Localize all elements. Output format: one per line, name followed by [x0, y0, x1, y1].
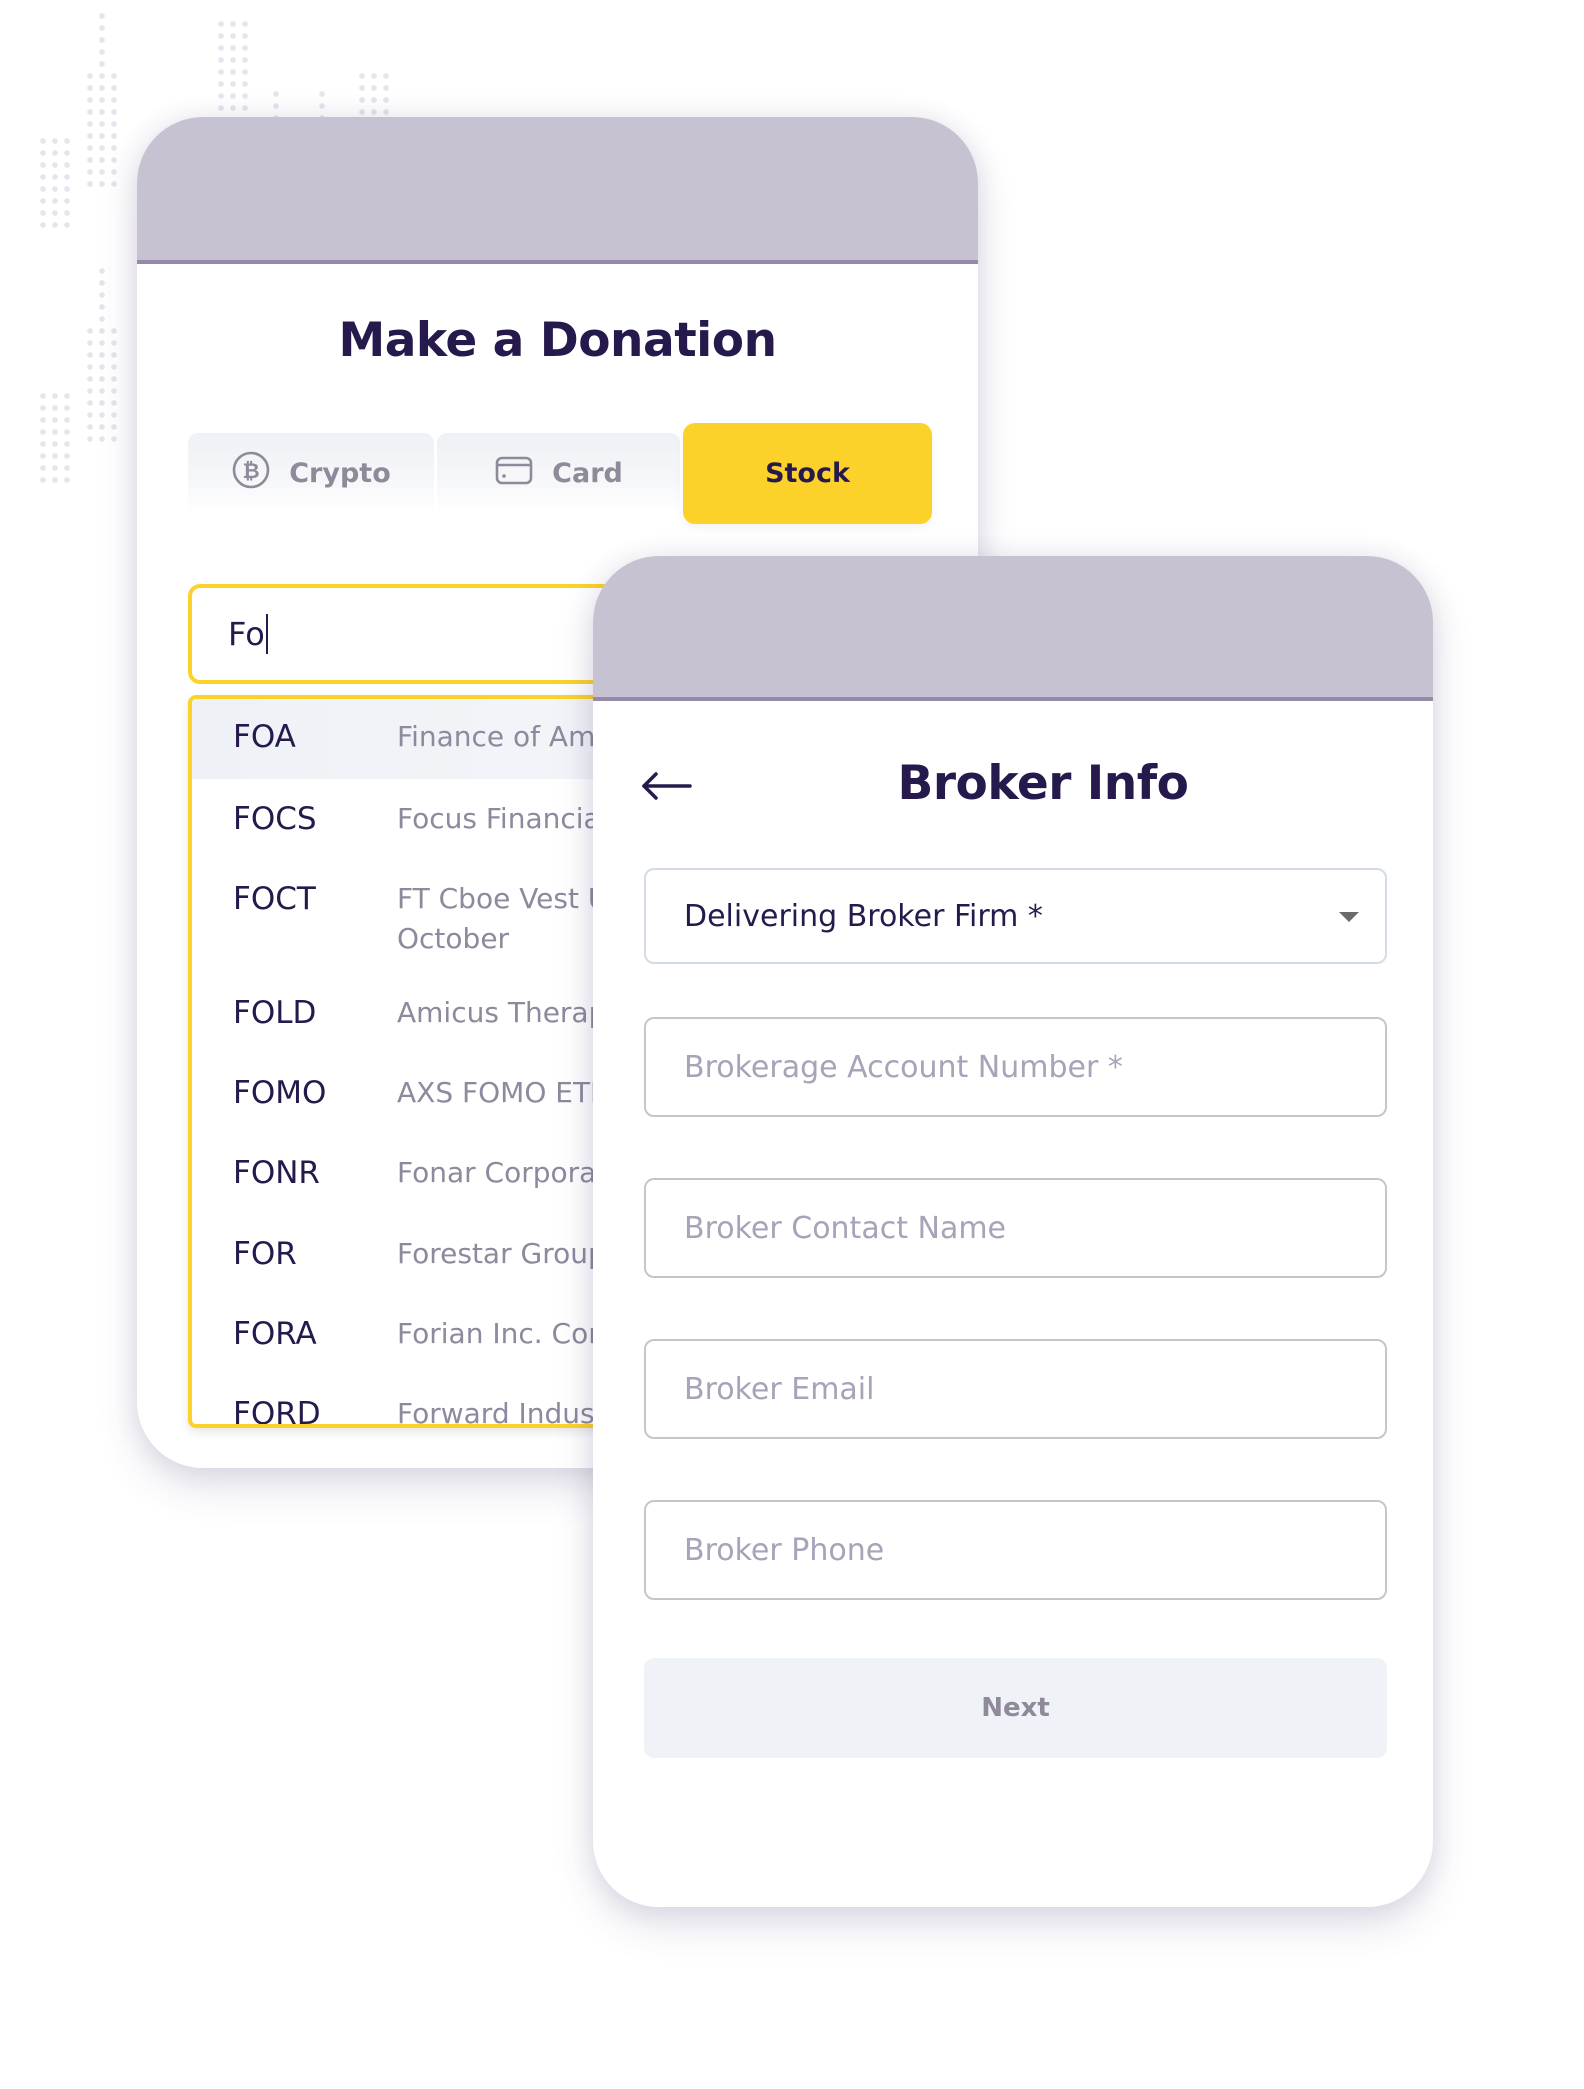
company-name: AXS FOMO ETF — [397, 1076, 607, 1109]
company-name: FT Cboe Vest U October — [397, 882, 608, 955]
company-name: Finance of Ame — [397, 720, 613, 753]
text-caret — [265, 614, 268, 654]
broker-info-card: Broker Info Delivering Broker Firm * Bro… — [593, 556, 1433, 1907]
dot-column — [37, 390, 73, 485]
broker-phone-input[interactable]: Broker Phone — [644, 1500, 1387, 1600]
tab-card[interactable]: Card — [437, 433, 680, 513]
delivering-broker-firm-select[interactable]: Delivering Broker Firm * — [644, 868, 1387, 964]
svg-text:₿: ₿ — [243, 459, 260, 483]
next-button[interactable]: Next — [644, 1658, 1387, 1758]
ticker-symbol: FOR — [233, 1236, 297, 1272]
page-title: Make a Donation — [338, 313, 777, 368]
dot-column — [270, 88, 282, 118]
dot-column — [316, 88, 328, 118]
tab-card-label: Card — [552, 457, 623, 489]
ticker-symbol: FOCS — [233, 801, 317, 837]
tab-stock[interactable]: Stock — [683, 423, 932, 524]
tab-stock-label: Stock — [765, 458, 850, 489]
bitcoin-icon: ₿ — [231, 450, 271, 497]
ticker-symbol: FONR — [233, 1155, 320, 1191]
placeholder-text: Broker Email — [684, 1371, 875, 1407]
credit-card-icon — [494, 450, 534, 497]
select-value: Delivering Broker Firm * — [684, 898, 1043, 934]
tab-crypto[interactable]: ₿ Crypto — [188, 433, 434, 513]
dot-column — [96, 10, 108, 70]
ticker-symbol: FOLD — [233, 995, 317, 1031]
ticker-symbol: FORD — [233, 1396, 321, 1428]
brokerage-account-number-input[interactable]: Brokerage Account Number * — [644, 1017, 1387, 1117]
company-name: Forian Inc. Cor — [397, 1317, 600, 1350]
ticker-symbol: FOA — [233, 719, 296, 755]
dot-column — [84, 70, 120, 190]
tab-crypto-label: Crypto — [289, 457, 391, 489]
ticker-symbol: FOCT — [233, 881, 316, 917]
company-name: Fonar Corporat — [397, 1156, 608, 1189]
broker-contact-name-input[interactable]: Broker Contact Name — [644, 1178, 1387, 1278]
placeholder-text: Broker Phone — [684, 1532, 885, 1568]
company-name: Amicus Therap — [397, 996, 607, 1029]
search-value: Fo — [228, 615, 265, 653]
dot-column — [96, 265, 108, 325]
donation-card-header — [137, 117, 978, 264]
company-name: Forestar Group — [397, 1237, 606, 1270]
placeholder-text: Broker Contact Name — [684, 1210, 1007, 1246]
broker-email-input[interactable]: Broker Email — [644, 1339, 1387, 1439]
company-name: Focus Financia — [397, 802, 601, 835]
dot-column — [84, 325, 120, 445]
broker-title: Broker Info — [897, 756, 1189, 811]
placeholder-text: Brokerage Account Number * — [684, 1049, 1123, 1085]
caret-down-icon — [1339, 912, 1359, 922]
dot-column — [37, 135, 73, 230]
ticker-symbol: FOMO — [233, 1075, 327, 1111]
dot-column — [215, 18, 251, 118]
company-name: Forward Indus — [397, 1397, 595, 1428]
broker-card-header — [593, 556, 1433, 701]
dot-column — [356, 70, 392, 118]
ticker-symbol: FORA — [233, 1316, 317, 1352]
